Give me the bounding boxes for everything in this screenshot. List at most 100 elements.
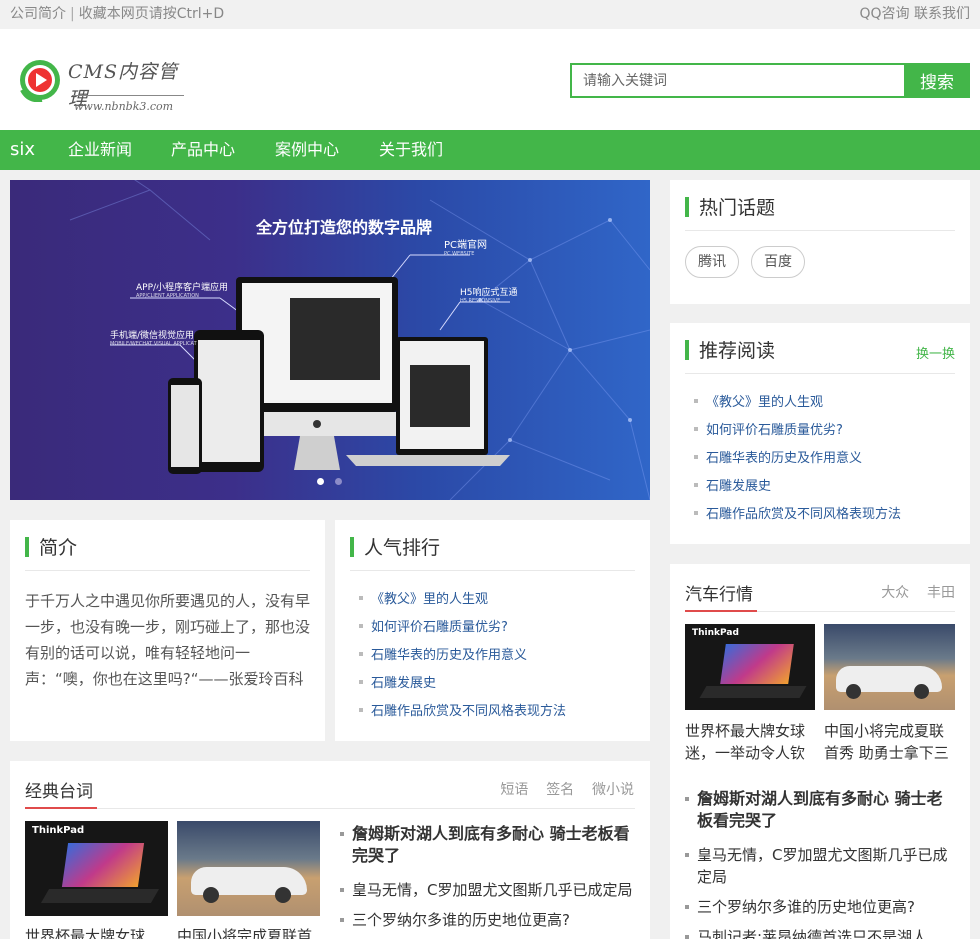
- thumbnail-car-wheel: [914, 684, 929, 699]
- hot-topics-title-text: 热门话题: [699, 197, 776, 219]
- search-input[interactable]: [570, 63, 906, 98]
- intro-panel: 简介 于千万人之中遇见你所要遇见的人，没有早一步，也没有晚一步，刚巧碰上了，那也…: [10, 520, 325, 741]
- title-accent-bar: [25, 537, 29, 557]
- classic-panel: 经典台词 短语 签名 微小说 ThinkPad 世界杯最大牌女球迷，一举动令人钦…: [10, 761, 650, 939]
- recommend-list: 《教父》里的人生观 如何评价石雕质量优劣? 石雕华表的历史及作用意义 石雕发展史…: [694, 389, 901, 529]
- list-item[interactable]: 如何评价石雕质量优劣?: [359, 614, 566, 642]
- news-item[interactable]: 皇马无情，C罗加盟尤文图斯几乎已成定局: [340, 879, 636, 901]
- slider-dot[interactable]: [335, 478, 342, 485]
- card-caption[interactable]: 中国小将完成夏联首秀 助勇士拿下三: [824, 720, 955, 764]
- auto-title-underline: [685, 610, 757, 612]
- logo-url: www.nbnbk3.com: [74, 100, 174, 113]
- thumbnail-car[interactable]: [177, 821, 320, 916]
- card-caption[interactable]: 中国小将完成夏联首秀 助勇士拿下三: [177, 925, 320, 939]
- thumbnail-car[interactable]: [824, 624, 955, 710]
- list-item[interactable]: 石雕发展史: [359, 670, 566, 698]
- classic-title: 经典台词: [25, 782, 93, 802]
- tab-microfiction[interactable]: 微小说: [592, 782, 634, 798]
- ranking-title: 人气排行: [350, 536, 440, 560]
- news-item[interactable]: 马刺记者:莱昂纳德首选只不是湖人: [685, 926, 957, 939]
- thumbnail-screen: [720, 644, 794, 684]
- nav-item-products[interactable]: 产品中心: [171, 130, 235, 170]
- tab-signature[interactable]: 签名: [546, 782, 574, 798]
- top-bar: 公司简介 | 收藏本网页请按Ctrl+D QQ咨询 联系我们: [0, 0, 980, 29]
- thumbnail-keyboard: [40, 889, 160, 903]
- search-button[interactable]: 搜索: [904, 63, 970, 98]
- intro-title: 简介: [25, 536, 77, 560]
- list-item[interactable]: 如何评价石雕质量优劣?: [694, 417, 901, 445]
- recommend-title: 推荐阅读: [685, 339, 775, 363]
- tag-baidu[interactable]: 百度: [751, 246, 805, 278]
- company-intro-link[interactable]: 公司简介: [10, 6, 66, 22]
- thumbnail-laptop[interactable]: ThinkPad: [685, 624, 815, 710]
- thumbnail-car-wheel: [203, 887, 219, 903]
- logo-icon: [20, 60, 60, 102]
- tab-phrases[interactable]: 短语: [500, 782, 528, 798]
- classic-tabs: 短语 签名 微小说: [500, 779, 634, 799]
- title-accent-bar: [685, 340, 689, 360]
- news-item[interactable]: 三个罗纳尔多谁的历史地位更高?: [340, 909, 636, 931]
- ranking-title-text: 人气排行: [364, 537, 441, 559]
- banner-label-app-en: APP/CLIENT APPLICATION: [136, 293, 199, 299]
- list-item[interactable]: 石雕华表的历史及作用意义: [694, 445, 901, 473]
- classic-news-list: 詹姆斯对湖人到底有多耐心 骑士老板看完哭了 皇马无情，C罗加盟尤文图斯几乎已成定…: [340, 823, 636, 939]
- hot-topics-title: 热门话题: [685, 196, 775, 220]
- search-form: 搜索: [570, 63, 970, 98]
- intro-title-text: 简介: [39, 537, 78, 559]
- banner-label-pc-cn: PC端官网: [444, 240, 488, 251]
- banner-slider[interactable]: 全方位打造您的数字品牌 PC端官网 PC WEBSITE APP/小程序客户端应…: [10, 180, 650, 500]
- thumbnail-laptop[interactable]: ThinkPad: [25, 821, 168, 916]
- tab-volkswagen[interactable]: 大众: [881, 585, 909, 601]
- nav-item-news[interactable]: 企业新闻: [68, 130, 132, 170]
- top-bar-left: 公司简介 | 收藏本网页请按Ctrl+D: [10, 0, 224, 28]
- list-item[interactable]: 石雕作品欣赏及不同风格表现方法: [694, 501, 901, 529]
- banner-label-app: APP/小程序客户端应用 APP/CLIENT APPLICATION: [136, 280, 228, 299]
- list-item[interactable]: 《教父》里的人生观: [694, 389, 901, 417]
- divider: [350, 570, 635, 571]
- divider: [757, 611, 955, 612]
- refresh-link[interactable]: 换一换: [916, 343, 955, 362]
- banner-label-mobile: 手机端/微信视觉应用 MOBILE/WECHAT VISUAL APPLICAT: [110, 328, 197, 347]
- banner-headline: 全方位打造您的数字品牌: [256, 218, 433, 237]
- recommend-title-text: 推荐阅读: [699, 340, 776, 362]
- news-headline[interactable]: 詹姆斯对湖人到底有多耐心 骑士老板看完哭了: [340, 823, 636, 867]
- tag-tencent[interactable]: 腾讯: [685, 246, 739, 278]
- banner-label-mobile-en: MOBILE/WECHAT VISUAL APPLICAT: [110, 341, 197, 347]
- slider-dot-active[interactable]: [317, 478, 324, 485]
- list-item[interactable]: 《教父》里的人生观: [359, 586, 566, 614]
- thumbnail-brand: ThinkPad: [692, 628, 739, 638]
- card-caption[interactable]: 世界杯最大牌女球迷，一举动令人钦: [25, 925, 168, 939]
- banner-label-h5-en: H5 RESPONSIVE: [460, 298, 501, 304]
- auto-news-list: 詹姆斯对湖人到底有多耐心 骑士老板看完哭了 皇马无情，C罗加盟尤文图斯几乎已成定…: [685, 788, 957, 939]
- banner-label-h5-cn: H5响应式互通: [460, 288, 518, 298]
- divider: [685, 373, 955, 374]
- nav-item-home[interactable]: six: [10, 130, 35, 170]
- ranking-list: 《教父》里的人生观 如何评价石雕质量优劣? 石雕华表的历史及作用意义 石雕发展史…: [359, 586, 566, 726]
- divider: [685, 230, 955, 231]
- news-item[interactable]: 三个罗纳尔多谁的历史地位更高?: [685, 896, 957, 918]
- news-item[interactable]: 皇马无情，C罗加盟尤文图斯几乎已成定局: [685, 844, 957, 888]
- bookmark-hint: 收藏本网页请按Ctrl+D: [78, 6, 225, 22]
- tab-toyota[interactable]: 丰田: [927, 585, 955, 601]
- banner-label-app-cn: APP/小程序客户端应用: [136, 283, 229, 293]
- auto-tabs: 大众 丰田: [881, 582, 955, 602]
- title-accent-bar: [350, 537, 354, 557]
- contact-us-link[interactable]: 联系我们: [914, 6, 970, 22]
- top-bar-right: QQ咨询 联系我们: [860, 0, 971, 28]
- main-nav: six 企业新闻 产品中心 案例中心 关于我们: [0, 130, 980, 170]
- hot-topics-panel: 热门话题 腾讯 百度: [670, 180, 970, 304]
- list-item[interactable]: 石雕华表的历史及作用意义: [359, 642, 566, 670]
- list-item[interactable]: 石雕作品欣赏及不同风格表现方法: [359, 698, 566, 726]
- nav-item-cases[interactable]: 案例中心: [275, 130, 339, 170]
- header: CMS内容管理 www.nbnbk3.com 搜索: [0, 29, 980, 130]
- qq-consult-link[interactable]: QQ咨询: [860, 6, 910, 22]
- divider: [25, 570, 310, 571]
- site-logo[interactable]: CMS内容管理 www.nbnbk3.com: [18, 53, 188, 123]
- list-item[interactable]: 石雕发展史: [694, 473, 901, 501]
- news-headline[interactable]: 詹姆斯对湖人到底有多耐心 骑士老板看完哭了: [685, 788, 957, 832]
- nav-item-about[interactable]: 关于我们: [379, 130, 443, 170]
- thumbnail-car-wheel: [846, 684, 861, 699]
- thumbnail-brand: ThinkPad: [32, 825, 85, 836]
- card-caption[interactable]: 世界杯最大牌女球迷，一举动令人钦: [685, 720, 815, 764]
- classic-title-underline: [25, 807, 97, 809]
